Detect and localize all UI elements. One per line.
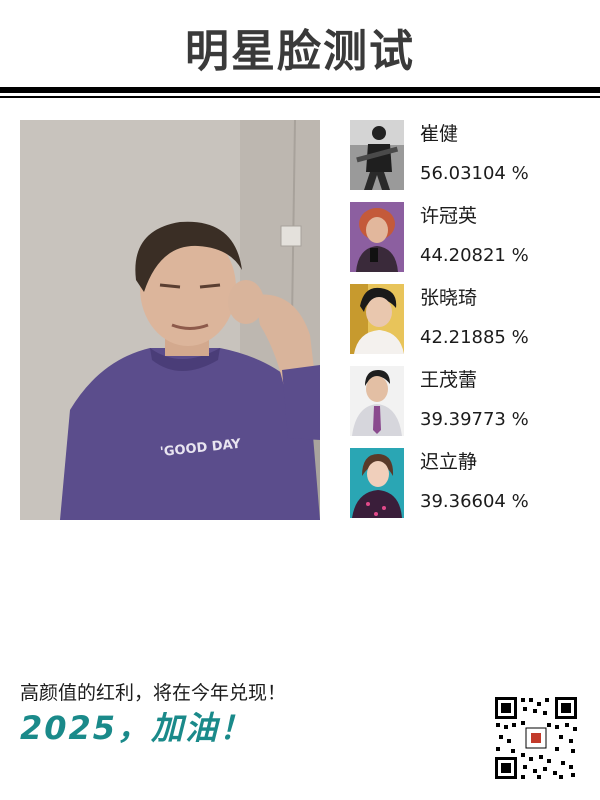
header-divider-thin	[0, 96, 600, 98]
similarity-score: 42.21885 %	[420, 327, 529, 348]
similarity-score: 39.39773 %	[420, 409, 529, 430]
celebrity-thumbnail	[350, 202, 404, 272]
qr-code-icon[interactable]	[493, 695, 579, 781]
header-divider-thick	[0, 87, 600, 93]
celebrity-name: 张晓琦	[420, 287, 478, 309]
celebrity-name: 许冠英	[420, 205, 478, 227]
similarity-score: 56.03104 %	[420, 163, 529, 184]
result-item[interactable]: 许冠英 44.20821 %	[350, 202, 590, 272]
result-item[interactable]: 迟立静 39.36604 %	[350, 448, 590, 518]
result-item[interactable]: 王茂蕾 39.39773 %	[350, 366, 590, 436]
celebrity-thumbnail	[350, 120, 404, 190]
celebrity-thumbnail	[350, 284, 404, 354]
celebrity-name: 迟立静	[420, 451, 478, 473]
tagline-text: 高颜值的红利，将在今年兑现！	[20, 682, 287, 704]
uploaded-photo: 'GOOD DAY	[20, 120, 320, 520]
celebrity-name: 崔健	[420, 123, 459, 145]
result-item[interactable]: 崔健 56.03104 %	[350, 120, 590, 190]
celebrity-thumbnail	[350, 448, 404, 518]
celebrity-thumbnail	[350, 366, 404, 436]
result-page: 明星脸测试 'GOOD DAY 崔健 56.03104 % 许冠英 44.208…	[0, 0, 600, 800]
page-title: 明星脸测试	[185, 26, 415, 77]
slogan-text: 2025，加油！	[20, 709, 254, 747]
similarity-score: 44.20821 %	[420, 245, 529, 266]
similarity-score: 39.36604 %	[420, 491, 529, 512]
celebrity-name: 王茂蕾	[420, 369, 478, 391]
result-item[interactable]: 张晓琦 42.21885 %	[350, 284, 590, 354]
